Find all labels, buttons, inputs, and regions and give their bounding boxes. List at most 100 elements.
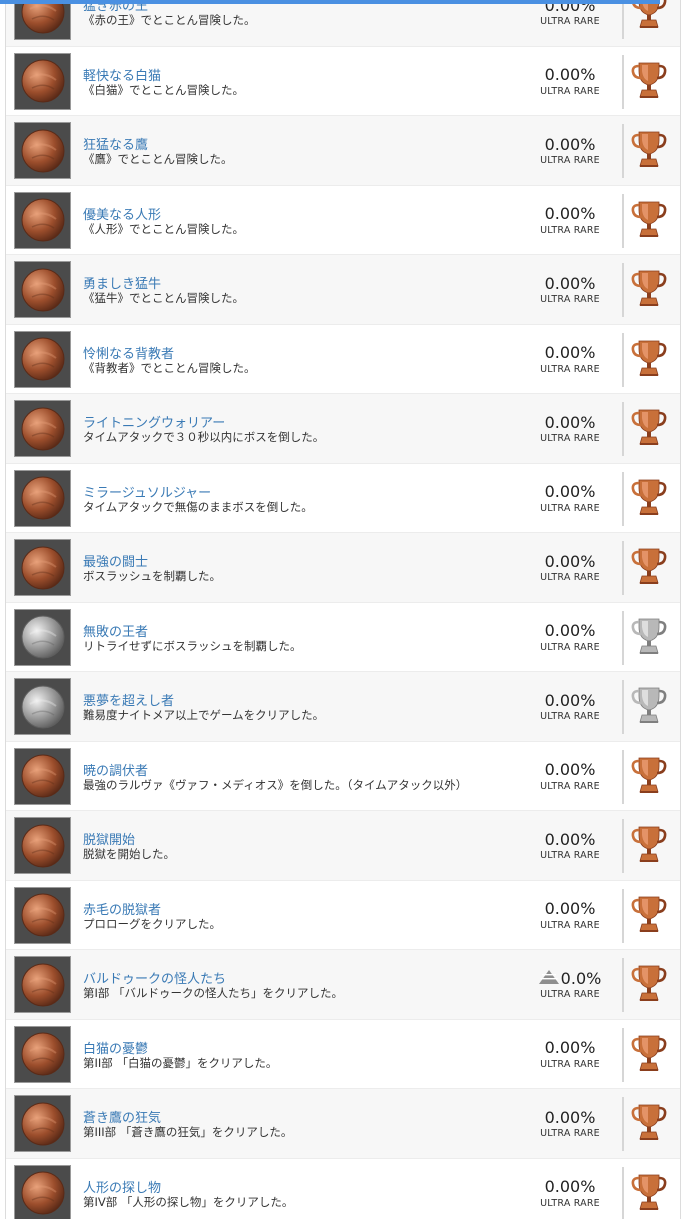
rarity-label: ULTRA RARE — [540, 224, 600, 236]
trophy-description: 《白猫》でとことん冒険した。 — [83, 82, 244, 97]
bronze-trophy-icon — [631, 408, 667, 450]
trophy-row[interactable]: ライトニングウォリアー タイムアタックで３０秒以内にボスを倒した。 0.00% ULT… — [6, 394, 680, 464]
trophy-title-link[interactable]: ライトニングウォリアー — [83, 412, 225, 431]
trophy-title-link[interactable]: 最強の闘士 — [83, 551, 148, 570]
earn-rate: 0.00% — [526, 65, 614, 85]
trophy-row[interactable]: 暁の調伏者 最強のラルヴァ《ヴァフ・メディオス》を倒した。（タイムアタック以外） 0… — [6, 741, 680, 811]
rarity-label: ULTRA RARE — [540, 363, 600, 375]
trophy-title-link[interactable]: 狂猛なる鷹 — [83, 134, 148, 153]
trophy-title-link[interactable]: ミラージュソルジャー — [83, 482, 211, 501]
trophy-row[interactable]: 優美なる人形 《人形》でとことん冒険した。 0.00% ULTRA RARE — [6, 185, 680, 255]
trophy-row[interactable]: 蒼き鷹の狂気 第III部 「蒼き鷹の狂気」をクリアした。 0.00% ULTRA RA… — [6, 1089, 680, 1159]
trophy-title-link[interactable]: 赤毛の脱獄者 — [83, 899, 161, 918]
trophy-image — [14, 1025, 71, 1083]
earn-rate-value: 0.00% — [544, 760, 596, 779]
trophy-grade-cell — [622, 402, 674, 456]
rarity-block: 0.00% ULTRA RARE — [526, 343, 614, 375]
trophy-row[interactable]: 軽快なる白猫 《白猫》でとことん冒険した。 0.00% ULTRA RARE — [6, 46, 680, 116]
trophy-title-link[interactable]: 脱獄開始 — [83, 829, 135, 848]
trophy-grade-cell — [622, 541, 674, 595]
bronze-trophy-icon — [631, 1103, 667, 1145]
bronze-trophy-icon — [631, 200, 667, 242]
earn-rate: 0.00% — [526, 829, 614, 849]
trophy-grade-cell — [622, 471, 674, 526]
rarity-label: ULTRA RARE — [540, 433, 600, 444]
trophy-row[interactable]: 怜悧なる背教者 《背教者》でとことん冒険した。 0.00% ULTRA RARE — [6, 324, 680, 394]
trophy-description: 第II部 「白猫の憂鬱」をクリアした。 — [83, 1055, 278, 1070]
trophy-description: 第IV部 「人形の探し物」をクリアした。 — [83, 1194, 294, 1209]
trophy-title-link[interactable]: 悪夢を超えし者 — [83, 690, 174, 709]
trophy-image — [14, 469, 71, 527]
earn-rate-value: 0.00% — [544, 551, 596, 571]
trophy-row[interactable]: ミラージュソルジャー タイムアタックで無傷のままボスを倒した。 0.00% ULTRA… — [6, 463, 680, 533]
trophy-title-link[interactable]: 優美なる人形 — [83, 204, 161, 223]
trophy-image — [14, 0, 71, 40]
trophy-grade-cell — [622, 263, 674, 317]
trophy-grade-cell — [622, 1027, 674, 1082]
trophy-title-link[interactable]: バルドゥークの怪人たち — [83, 968, 226, 987]
trophy-title-link[interactable]: 蒼き鷹の狂気 — [83, 1107, 161, 1126]
earn-rate-value: 0.00% — [544, 621, 596, 640]
bronze-trophy-icon — [631, 61, 667, 103]
trophy-row[interactable]: 脱獄開始 脱獄を開始した。 0.00% ULTRA RARE — [6, 811, 680, 881]
trophy-title-link[interactable]: 無敗の王者 — [83, 621, 148, 640]
trophy-title-link[interactable]: 暁の調伏者 — [83, 760, 148, 779]
trophy-row[interactable]: 無敗の王者 リトライせずにボスラッシュを制覇した。 0.00% ULTRA RARE — [6, 602, 680, 672]
earn-rate: 0.00% — [526, 1107, 614, 1127]
trophy-image — [14, 191, 71, 249]
trophy-description: 《猛牛》でとことん冒険した。 — [83, 291, 244, 305]
trophy-row[interactable]: 狂猛なる鷹 《鷹》でとことん冒険した。 0.00% ULTRA RARE — [6, 116, 680, 186]
trophy-row[interactable]: 人形の探し物 第IV部 「人形の探し物」をクリアした。 0.00% ULTRA RAR… — [6, 1158, 680, 1219]
trophy-list-page: 猛き赤の王 《赤の王》でとことん冒険した。 0.00% ULTRA RARE 軽快なる白… — [0, 0, 683, 1219]
trophy-title-link[interactable]: 勇ましき猛牛 — [83, 273, 161, 292]
trophy-grade-cell — [622, 680, 674, 734]
bronze-trophy-icon — [631, 756, 667, 798]
trophy-image — [14, 678, 71, 735]
earn-rate-value: 0.00% — [544, 482, 596, 501]
trophy-title-link[interactable]: 軽快なる白猫 — [83, 65, 161, 84]
trophy-image — [14, 52, 71, 110]
earn-rate-value: 0.00% — [544, 204, 596, 223]
trophy-description: 《背教者》でとことん冒険した。 — [83, 360, 256, 375]
bronze-trophy-icon — [631, 547, 667, 589]
rarity-block: 0.00% ULTRA RARE — [526, 482, 614, 514]
earn-rate-value: 0.00% — [544, 1107, 596, 1127]
trophy-row[interactable]: 赤毛の脱獄者 プロローグをクリアした。 0.00% ULTRA RARE — [6, 880, 680, 950]
rarity-block: 0.00% ULTRA RARE — [526, 829, 614, 862]
earn-rate-value: 0.00% — [544, 899, 596, 918]
rarity-label: ULTRA RARE — [540, 1058, 600, 1070]
trophy-grade-cell — [622, 1097, 674, 1151]
trophy-row[interactable]: 白猫の憂鬱 第II部 「白猫の憂鬱」をクリアした。 0.00% ULTRA RARE — [6, 1019, 680, 1089]
earn-rate: 0.00% — [526, 273, 614, 293]
earn-rate-value: 0.00% — [544, 829, 596, 849]
earn-rate: 0.00% — [526, 760, 614, 780]
earn-rate: 0.00% — [526, 551, 614, 571]
trophy-description: プロローグをクリアした。 — [83, 916, 221, 931]
bronze-trophy-icon — [631, 1173, 667, 1215]
trophy-description: 第III部 「蒼き鷹の狂気」をクリアした。 — [83, 1125, 293, 1139]
rarity-block: 0.00% ULTRA RARE — [526, 65, 614, 97]
trophy-title-link[interactable]: 怜悧なる背教者 — [83, 343, 174, 362]
trophy-row[interactable]: 最強の闘士 ボスラッシュを制覇した。 0.00% ULTRA RARE — [6, 533, 680, 603]
trophy-row[interactable]: 猛き赤の王 《赤の王》でとことん冒険した。 0.00% ULTRA RARE — [6, 0, 680, 47]
rarity-label: ULTRA RARE — [540, 294, 600, 305]
rarity-label: ULTRA RARE — [540, 850, 600, 861]
earn-rate-value: 0.00% — [544, 65, 596, 84]
trophy-title-link[interactable]: 人形の探し物 — [83, 1177, 161, 1196]
trophy-row[interactable]: 勇ましき猛牛 《猛牛》でとことん冒険した。 0.00% ULTRA RARE — [6, 255, 680, 325]
rarity-block: 0.00% ULTRA RARE — [526, 1107, 614, 1140]
earn-rate-value: 0.00% — [544, 690, 596, 710]
trophy-row[interactable]: バルドゥークの怪人たち 第I部 「バルドゥークの怪人たち」をクリアした。 0.0% U… — [6, 950, 680, 1020]
trophy-image — [14, 122, 71, 179]
trophy-row[interactable]: 悪夢を超えし者 難易度ナイトメア以上でゲームをクリアした。 0.00% ULTRA R… — [6, 672, 680, 742]
bronze-trophy-icon — [631, 0, 667, 33]
rarity-label: ULTRA RARE — [540, 1128, 600, 1139]
trophy-description: 《赤の王》でとことん冒険した。 — [83, 13, 256, 27]
earn-rate: 0.00% — [526, 343, 614, 363]
earn-rate-value: 0.00% — [544, 134, 596, 154]
trophy-image — [14, 330, 71, 388]
rarity-block: 0.00% ULTRA RARE — [526, 0, 614, 27]
rarity-block: 0.00% ULTRA RARE — [526, 1177, 614, 1209]
rarity-label: ULTRA RARE — [540, 711, 600, 722]
trophy-title-link[interactable]: 白猫の憂鬱 — [83, 1038, 148, 1057]
